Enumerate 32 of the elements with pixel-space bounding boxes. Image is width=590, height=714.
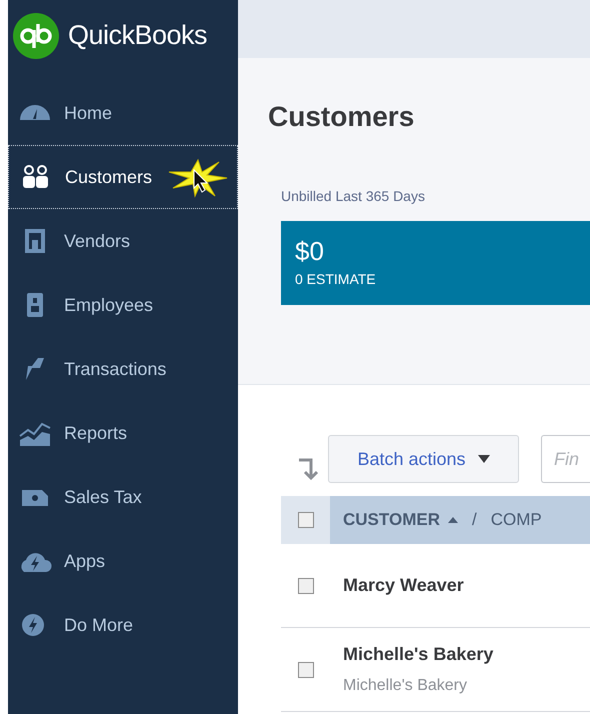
checkbox[interactable] [298, 578, 314, 594]
sort-up-icon [448, 517, 458, 523]
unbilled-count: 0 ESTIMATE [295, 270, 377, 289]
cursor-highlight-icon [167, 158, 229, 198]
sidebar-item[interactable]: Home [8, 81, 238, 145]
checkbox[interactable] [298, 512, 314, 528]
sidebar-item[interactable]: Transactions [8, 337, 238, 401]
sidebar-item[interactable]: Vendors [8, 209, 238, 273]
caret-icon [478, 455, 490, 463]
sidebar-item[interactable]: Do More [8, 593, 238, 657]
unbilled-label: Unbilled Last 365 Days [281, 187, 426, 206]
column-header[interactable]: COMP [490, 507, 542, 533]
company-name: Michelle's Bakery [343, 676, 468, 696]
sidebar-item[interactable]: Apps [8, 529, 238, 593]
checkbox[interactable] [298, 662, 314, 678]
column-header[interactable]: / [472, 507, 477, 533]
unbilled-tile[interactable]: $0 0 ESTIMATE [281, 221, 590, 305]
sidebar-item[interactable]: Employees [8, 273, 238, 337]
search-field[interactable]: Fin [541, 435, 590, 483]
gauge-icon [18, 105, 52, 121]
unbilled-amount: $0 [295, 235, 325, 267]
batch-actions-button[interactable]: Batch actions [328, 435, 519, 483]
sidebar-item[interactable]: Customers [8, 145, 238, 209]
customer-name[interactable]: Marcy Weaver [343, 572, 464, 599]
logo-icon [12, 12, 60, 60]
sort-arrow-icon[interactable] [296, 457, 318, 481]
column-header[interactable]: CUSTOMER [343, 507, 458, 533]
sidebar-item[interactable]: Reports [8, 401, 238, 465]
page-title: Customers [268, 100, 416, 134]
sidebar-item[interactable]: Sales Tax [8, 465, 238, 529]
customer-name[interactable]: Michelle's Bakery [343, 641, 494, 668]
brand-name: QuickBooks [68, 19, 208, 52]
